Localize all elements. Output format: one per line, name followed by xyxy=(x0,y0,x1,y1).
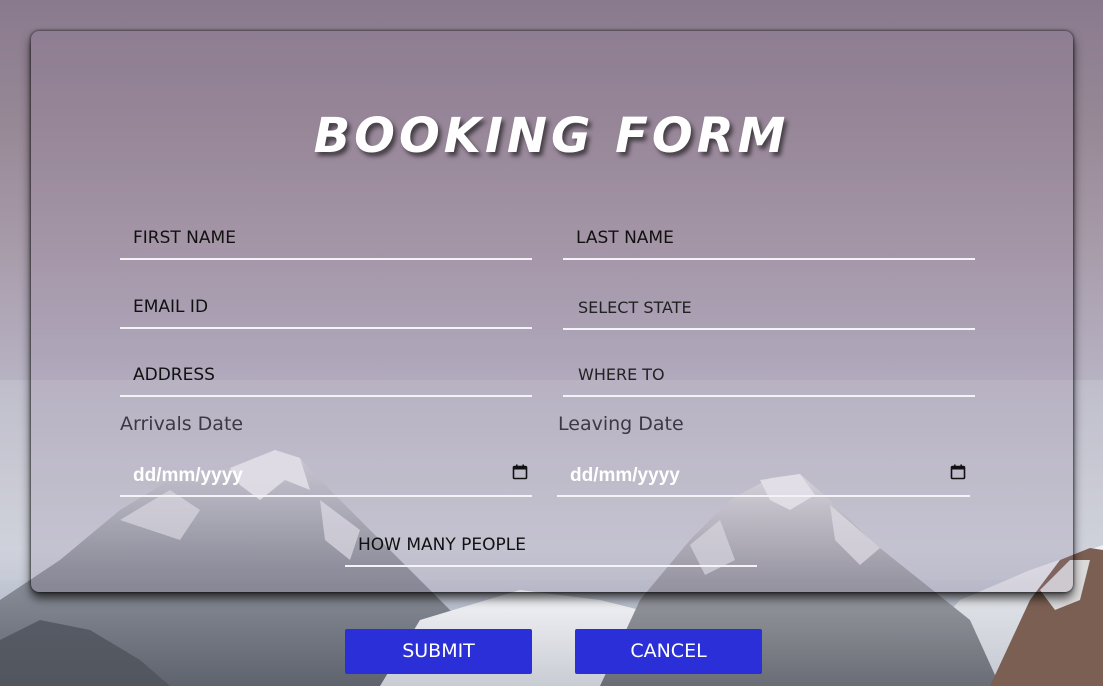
people-count-placeholder: HOW MANY PEOPLE xyxy=(358,535,527,555)
leaving-date-value: dd/mm/yyyy xyxy=(570,465,680,486)
leaving-date-input[interactable]: dd/mm/yyyy xyxy=(557,457,970,497)
email-placeholder: EMAIL ID xyxy=(133,297,209,317)
arrivals-date-input[interactable]: dd/mm/yyyy xyxy=(120,457,532,497)
where-to-field[interactable]: WHERE TO xyxy=(563,357,975,397)
calendar-icon[interactable] xyxy=(512,464,528,480)
arrivals-date-value: dd/mm/yyyy xyxy=(133,465,243,486)
state-placeholder: SELECT STATE xyxy=(578,298,692,317)
arrivals-date-label: Arrivals Date xyxy=(120,413,244,435)
address-placeholder: ADDRESS xyxy=(133,365,215,385)
cancel-button[interactable]: CANCEL xyxy=(575,629,762,674)
leaving-date-label: Leaving Date xyxy=(558,413,684,435)
address-field[interactable]: ADDRESS xyxy=(120,357,532,397)
email-field[interactable]: EMAIL ID xyxy=(120,289,532,329)
where-to-placeholder: WHERE TO xyxy=(578,365,665,384)
people-count-field[interactable]: HOW MANY PEOPLE xyxy=(345,527,757,567)
first-name-field[interactable]: FIRST NAME xyxy=(120,220,532,260)
first-name-placeholder: FIRST NAME xyxy=(133,228,236,248)
calendar-icon[interactable] xyxy=(950,464,966,480)
last-name-placeholder: LAST NAME xyxy=(576,228,674,248)
form-title: BOOKING FORM xyxy=(313,108,790,164)
last-name-field[interactable]: LAST NAME xyxy=(563,220,975,260)
state-select[interactable]: SELECT STATE xyxy=(563,290,975,330)
submit-button[interactable]: SUBMIT xyxy=(345,629,532,674)
